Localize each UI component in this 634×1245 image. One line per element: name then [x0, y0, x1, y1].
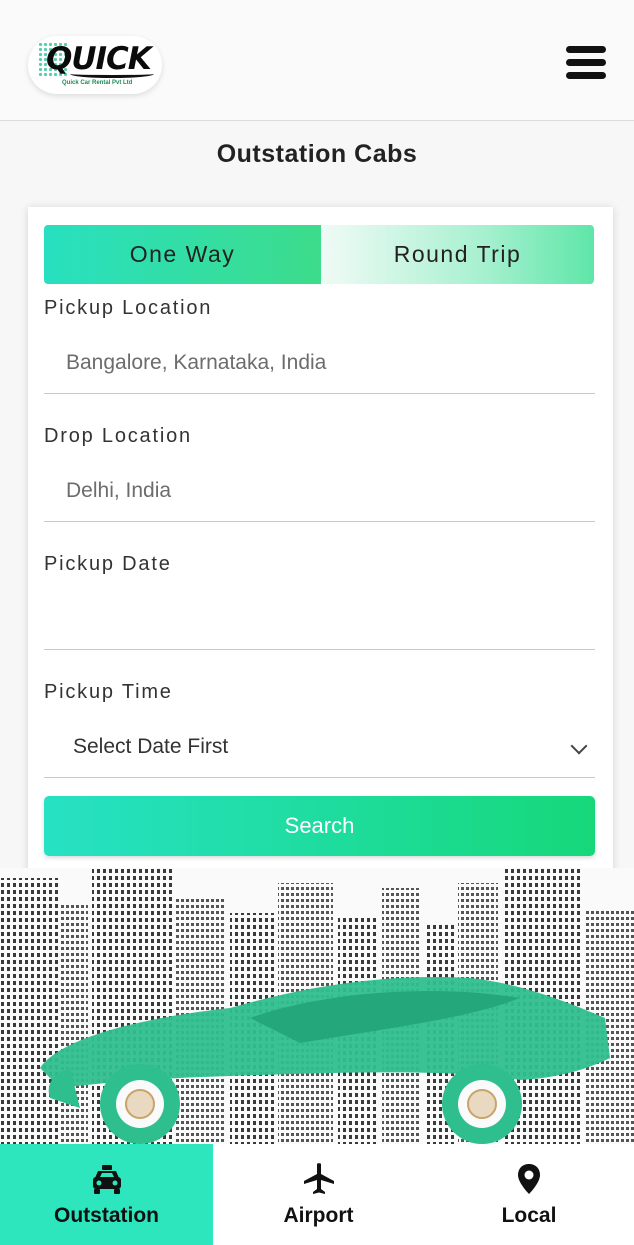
logo-swoosh — [70, 70, 154, 78]
app-header: QUICK Quick Car Rental Pvt Ltd — [0, 0, 634, 121]
page-title: Outstation Cabs — [216, 140, 418, 168]
pickup-time-label: Pickup Time — [44, 681, 173, 703]
city-car-illustration — [0, 868, 634, 1144]
pickup-date-label: Pickup Date — [44, 553, 172, 575]
quick-logo[interactable]: QUICK Quick Car Rental Pvt Ltd — [28, 36, 162, 94]
bottom-nav: Outstation Airport Local — [0, 1144, 634, 1245]
divider — [44, 777, 595, 778]
pickup-time-select[interactable]: Select Date First — [73, 735, 228, 759]
divider — [44, 649, 595, 650]
search-button[interactable]: Search — [44, 796, 595, 856]
tab-one-way[interactable]: One Way — [44, 225, 321, 284]
divider — [44, 521, 595, 522]
tab-round-trip[interactable]: Round Trip — [321, 225, 594, 284]
nav-local[interactable]: Local — [424, 1144, 634, 1245]
pickup-location-label: Pickup Location — [44, 297, 213, 319]
skyline-svg — [0, 868, 634, 1144]
location-pin-icon — [518, 1164, 540, 1194]
nav-airport-label: Airport — [283, 1204, 354, 1227]
nav-outstation-label: Outstation — [54, 1204, 159, 1227]
pickup-date-input[interactable] — [66, 587, 586, 647]
taxi-icon — [92, 1165, 121, 1194]
nav-outstation[interactable]: Outstation — [0, 1144, 213, 1245]
chevron-down-icon[interactable] — [570, 737, 588, 755]
nav-local-label: Local — [501, 1204, 557, 1227]
drop-location-label: Drop Location — [44, 425, 192, 447]
drop-location-input[interactable]: Delhi, India — [66, 479, 171, 503]
booking-form-card: One Way Round Trip Pickup Location Banga… — [28, 207, 613, 873]
hamburger-menu-icon[interactable] — [566, 46, 608, 82]
divider — [44, 393, 595, 394]
nav-airport[interactable]: Airport — [213, 1144, 424, 1245]
pickup-location-input[interactable]: Bangalore, Karnataka, India — [66, 351, 326, 375]
logo-subtext: Quick Car Rental Pvt Ltd — [62, 80, 133, 86]
trip-type-tabs: One Way Round Trip — [44, 225, 594, 284]
airplane-icon — [303, 1163, 334, 1194]
